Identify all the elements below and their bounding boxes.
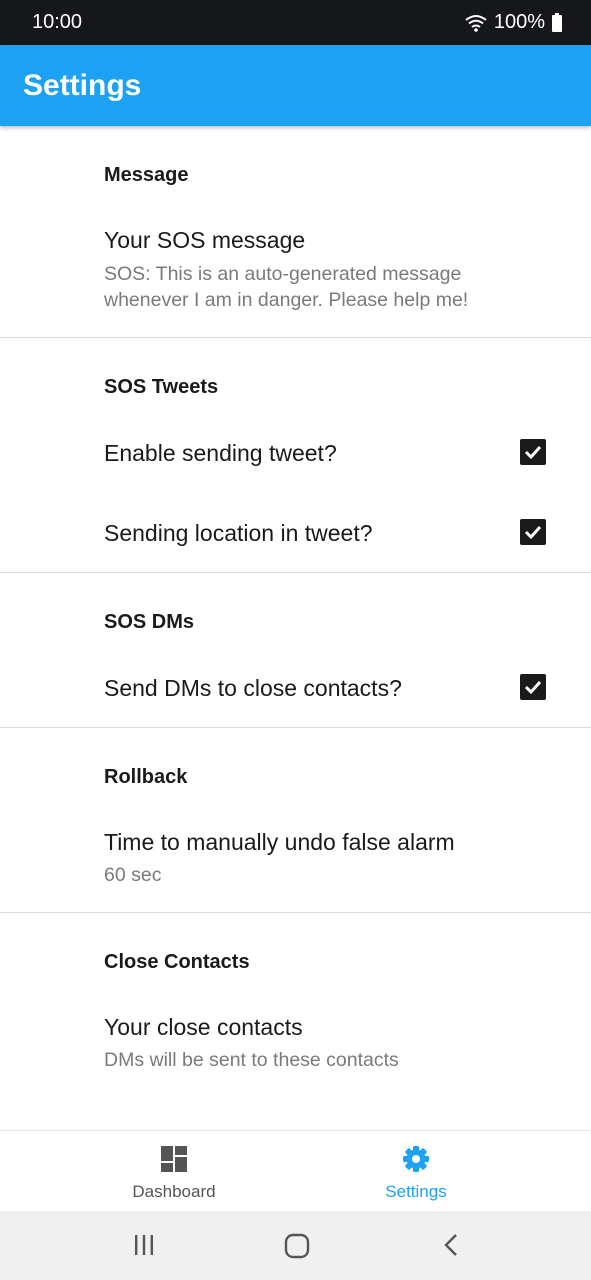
section-header-contacts: Close Contacts	[104, 951, 250, 973]
app-bar: Settings	[0, 45, 591, 126]
back-icon[interactable]	[440, 1233, 464, 1262]
section-header-message: Message	[104, 164, 189, 186]
pref-send-dms-title: Send DMs to close contacts?	[104, 675, 402, 701]
gear-icon	[402, 1145, 430, 1173]
pref-send-dms[interactable]: Send DMs to close contacts?	[0, 657, 591, 727]
pref-close-contacts-title: Your close contacts	[104, 1014, 303, 1040]
pref-undo-time-summary: 60 sec	[104, 864, 162, 886]
nav-label-settings: Settings	[385, 1182, 447, 1201]
divider	[0, 572, 591, 573]
divider	[0, 337, 591, 338]
pref-location-tweet[interactable]: Sending location in tweet?	[0, 502, 591, 572]
pref-sos-message-title: Your SOS message	[104, 227, 306, 253]
section-header-tweets: SOS Tweets	[104, 376, 219, 398]
status-time: 10:00	[32, 11, 83, 33]
status-right: 100%	[464, 11, 563, 34]
nav-label-dashboard: Dashboard	[132, 1182, 216, 1201]
location-tweet-checkbox[interactable]	[520, 519, 546, 545]
enable-tweet-checkbox[interactable]	[520, 439, 546, 465]
pref-close-contacts[interactable]: Your close contacts DMs will be sent to …	[0, 999, 591, 1097]
send-dms-checkbox[interactable]	[520, 674, 546, 700]
dashboard-icon	[160, 1145, 188, 1173]
pref-undo-time[interactable]: Time to manually undo false alarm 60 sec	[0, 814, 591, 912]
pref-close-contacts-summary: DMs will be sent to these contacts	[104, 1049, 399, 1071]
divider	[0, 912, 591, 913]
recents-icon[interactable]	[132, 1233, 156, 1262]
bottom-navigation: Dashboard Settings	[0, 1130, 591, 1212]
page-title: Settings	[23, 69, 142, 102]
nav-item-dashboard[interactable]: Dashboard	[74, 1131, 274, 1212]
pref-enable-tweet-title: Enable sending tweet?	[104, 440, 337, 466]
battery-icon	[551, 12, 563, 33]
divider	[0, 727, 591, 728]
battery-percent: 100%	[493, 11, 545, 33]
section-header-dms: SOS DMs	[104, 611, 195, 633]
pref-sos-message-summary: SOS: This is an auto-generated message w…	[104, 263, 469, 311]
nav-item-settings[interactable]: Settings	[316, 1131, 516, 1212]
system-nav-bar	[0, 1211, 591, 1280]
settings-list[interactable]: Message Your SOS message SOS: This is an…	[0, 126, 591, 1130]
home-icon[interactable]	[284, 1233, 310, 1264]
pref-location-tweet-title: Sending location in tweet?	[104, 520, 373, 546]
wifi-icon	[464, 13, 488, 33]
pref-sos-message[interactable]: Your SOS message SOS: This is an auto-ge…	[0, 212, 591, 336]
pref-undo-time-title: Time to manually undo false alarm	[104, 829, 455, 855]
section-header-rollback: Rollback	[104, 766, 188, 788]
status-bar: 10:00 100%	[0, 0, 591, 45]
pref-enable-tweet[interactable]: Enable sending tweet?	[0, 422, 591, 492]
